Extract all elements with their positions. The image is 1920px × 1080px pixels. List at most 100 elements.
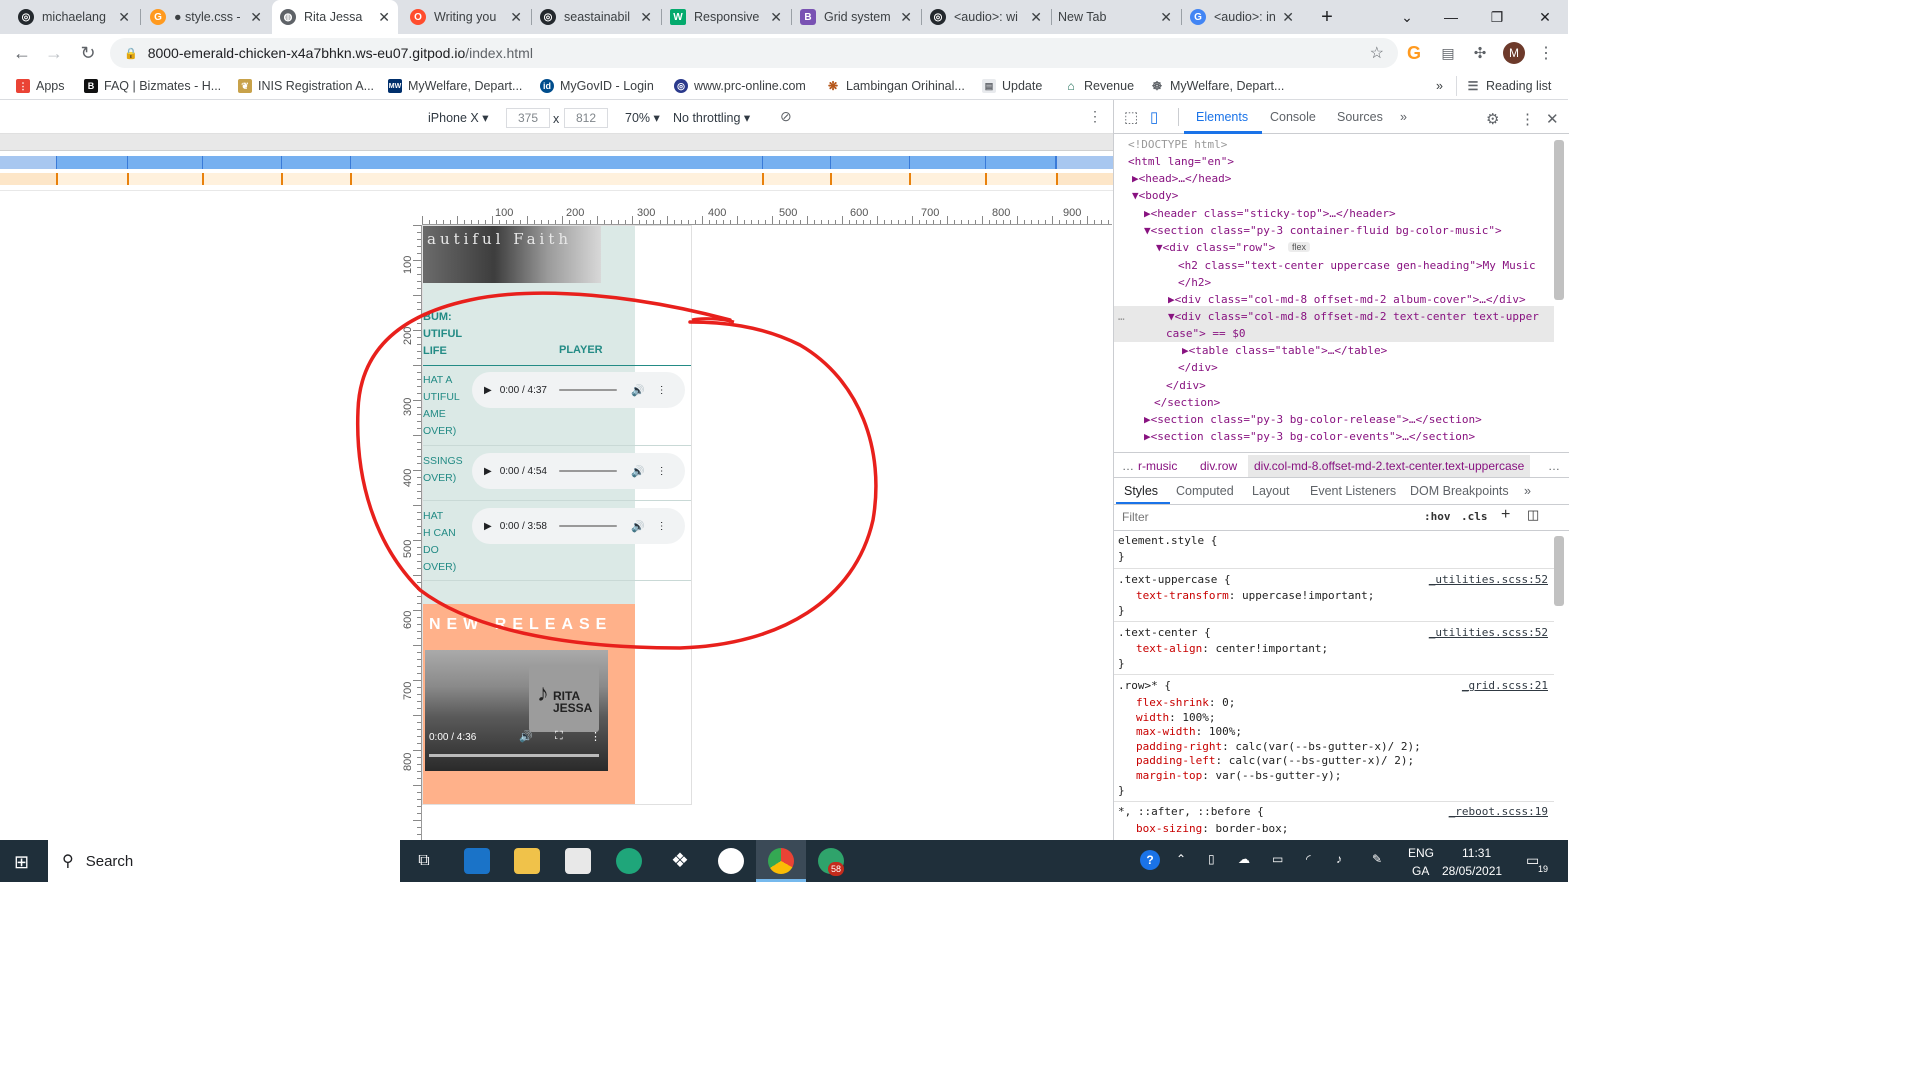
audio-player[interactable]: ▶ 0:00 / 4:37 🔊 ⋮ [472, 372, 685, 408]
chrome-icon[interactable] [768, 848, 794, 874]
close-tab-icon[interactable]: ✕ [900, 9, 912, 26]
pen-icon[interactable]: ✎ [1372, 852, 1382, 866]
audio-player[interactable]: ▶ 0:00 / 4:54 🔊 ⋮ [472, 453, 685, 489]
tab-dom-breakpoints[interactable]: DOM Breakpoints [1410, 484, 1509, 498]
bookmark-item[interactable]: ❋ Lambingan Orihinal... [826, 77, 965, 95]
styles-filter-input[interactable] [1118, 506, 1412, 528]
tab-styles[interactable]: Styles [1124, 484, 1158, 498]
video-seek-bar[interactable] [429, 754, 599, 757]
back-icon[interactable]: ← [8, 39, 36, 67]
device-toolbar-menu-icon[interactable]: ⋮ [1088, 108, 1102, 125]
mail-icon[interactable] [464, 848, 490, 874]
store-icon[interactable] [565, 848, 591, 874]
styles-scrollbar[interactable] [1554, 536, 1564, 606]
close-tab-icon[interactable]: ✕ [770, 9, 782, 26]
tray-expand-icon[interactable]: ⌃ [1176, 852, 1186, 866]
windows-start-icon[interactable]: ⊞ [14, 852, 29, 873]
close-tab-icon[interactable]: ✕ [640, 9, 652, 26]
dom-scrollbar[interactable] [1554, 140, 1564, 300]
minimize-icon[interactable]: — [1428, 0, 1474, 34]
gitpod-extension-icon[interactable]: G [1400, 39, 1428, 67]
more-options-icon[interactable]: ⋮ [590, 730, 601, 743]
close-tab-icon[interactable]: ✕ [1160, 9, 1172, 26]
bookmark-apps[interactable]: ⋮ Apps [16, 77, 65, 95]
tabs-overflow[interactable]: » [1400, 110, 1407, 124]
tab-console[interactable]: Console [1270, 110, 1316, 124]
edge-icon[interactable] [616, 848, 642, 874]
media-query-bar[interactable] [0, 134, 1113, 190]
reload-icon[interactable]: ↻ [74, 39, 102, 67]
new-tab-button[interactable]: + [1304, 0, 1350, 34]
volume-icon[interactable]: 🔊 [631, 520, 645, 533]
bookmark-item[interactable]: B FAQ | Bizmates - H... [84, 77, 221, 95]
audio-player[interactable]: ▶ 0:00 / 3:58 🔊 ⋮ [472, 508, 685, 544]
dropbox-icon[interactable]: ❖ [667, 848, 693, 874]
bookmark-item[interactable]: ▤ Update [982, 77, 1042, 95]
emulated-page[interactable]: autiful Faith BUM: UTIFUL LIFE PLAYER HA… [422, 225, 692, 805]
play-icon[interactable]: ▶ [484, 521, 492, 532]
chrome-menu-icon[interactable]: ⋮ [1532, 39, 1560, 67]
inspect-element-icon[interactable]: ⬚ [1124, 108, 1138, 126]
bookmarks-overflow[interactable]: » [1436, 77, 1443, 95]
close-tab-icon[interactable]: ✕ [250, 9, 262, 26]
restore-icon[interactable]: ❐ [1474, 0, 1520, 34]
browser-tab[interactable]: W Responsive ✕ [662, 0, 790, 34]
task-view-icon[interactable]: ⧉ [411, 848, 437, 874]
browser-tab[interactable]: G ● style.css - ✕ [142, 0, 270, 34]
sidebar-toggle-icon[interactable]: ◫ [1527, 507, 1539, 523]
close-window-icon[interactable]: ✕ [1522, 0, 1568, 34]
tab-computed[interactable]: Computed [1176, 484, 1234, 498]
battery-icon[interactable]: ▭ [1272, 852, 1283, 866]
close-tab-icon[interactable]: ✕ [1282, 9, 1294, 26]
browser-tab[interactable]: O Writing you ✕ [402, 0, 530, 34]
browser-tab[interactable]: B Grid system ✕ [792, 0, 920, 34]
more-options-icon[interactable]: ⋮ [657, 521, 667, 532]
volume-icon[interactable]: 🔊 [519, 730, 533, 743]
puzzle-extensions-icon[interactable]: ✣ [1466, 39, 1494, 67]
play-icon[interactable]: ▶ [484, 466, 492, 477]
height-input[interactable]: 812 [564, 108, 608, 128]
browser-tab-active[interactable]: ◍ Rita Jessa ✕ [272, 0, 398, 34]
browser-tab[interactable]: ◎ seastainabil ✕ [532, 0, 660, 34]
close-devtools-icon[interactable]: ✕ [1546, 110, 1559, 128]
onedrive-icon[interactable]: ☁ [1238, 852, 1250, 866]
forward-icon[interactable]: → [40, 39, 68, 67]
bookmark-item[interactable]: id MyGovID - Login [540, 77, 654, 95]
add-rule-icon[interactable]: + [1501, 506, 1510, 524]
volume-icon[interactable]: ♪ [1336, 852, 1342, 866]
tab-event-listeners[interactable]: Event Listeners [1310, 484, 1396, 498]
play-icon[interactable]: ▶ [484, 385, 492, 396]
device-select[interactable]: iPhone X ▾ [428, 110, 488, 125]
seek-bar[interactable] [558, 470, 617, 472]
app-icon[interactable] [718, 848, 744, 874]
bookmark-item[interactable]: ◎ www.prc-online.com [674, 77, 806, 95]
close-tab-icon[interactable]: ✕ [378, 9, 390, 26]
fullscreen-icon[interactable]: ⛶ [555, 730, 563, 743]
file-explorer-icon[interactable] [514, 848, 540, 874]
avatar[interactable]: M [1500, 39, 1528, 67]
tab-elements[interactable]: Elements [1196, 110, 1248, 124]
address-bar[interactable]: 🔒 8000-emerald-chicken-x4a7bhkn.ws-eu07.… [110, 38, 1398, 68]
bookmark-item[interactable]: ⌂ Revenue [1064, 77, 1134, 95]
tab-search-icon[interactable]: ⌄ [1384, 0, 1430, 34]
close-tab-icon[interactable]: ✕ [118, 9, 130, 26]
help-icon[interactable]: ? [1140, 850, 1160, 870]
volume-icon[interactable]: 🔊 [631, 465, 645, 478]
volume-icon[interactable]: 🔊 [631, 384, 645, 397]
settings-gear-icon[interactable]: ⚙ [1486, 110, 1499, 128]
device-toggle-icon[interactable]: ▯ [1150, 108, 1158, 126]
rotate-icon[interactable]: ⊘ [780, 108, 792, 125]
bookmark-item[interactable]: ❦ INIS Registration A... [238, 77, 374, 95]
browser-tab[interactable]: ◎ michaelang ✕ [10, 0, 138, 34]
hov-toggle[interactable]: :hov [1424, 510, 1451, 523]
devtools-menu-icon[interactable]: ⋮ [1520, 110, 1535, 128]
bookmark-item[interactable]: ☸ MyWelfare, Depart... [1150, 77, 1284, 95]
reading-list-button[interactable]: ☰ Reading list [1466, 77, 1551, 95]
clock-time[interactable]: 11:31 [1462, 846, 1491, 860]
close-tab-icon[interactable]: ✕ [1030, 9, 1042, 26]
extension-icon[interactable]: ▤ [1434, 39, 1462, 67]
seek-bar[interactable] [558, 525, 617, 527]
tab-layout[interactable]: Layout [1252, 484, 1290, 498]
taskbar-search[interactable]: ⚲ Search [48, 840, 400, 882]
browser-tab[interactable]: G <audio>: in ✕ [1182, 0, 1302, 34]
